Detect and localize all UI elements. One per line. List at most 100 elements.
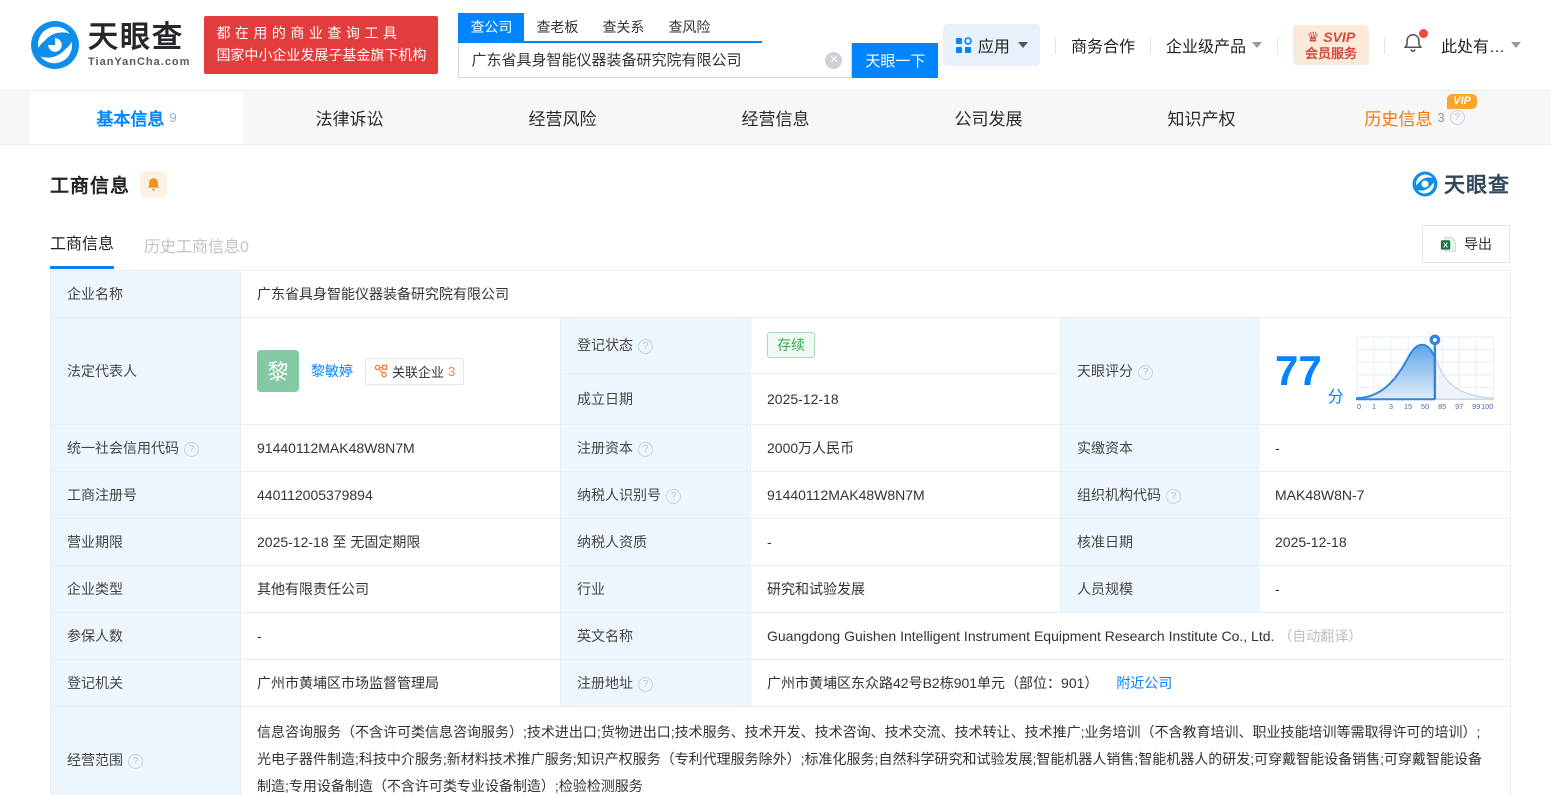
svg-text:50: 50	[1421, 402, 1429, 411]
promo-line2: 国家中小企业发展子基金旗下机构	[216, 47, 427, 63]
subtab-business-info[interactable]: 工商信息	[50, 230, 115, 269]
help-icon[interactable]: ?	[184, 442, 199, 457]
related-companies-badge[interactable]: 关联企业 3	[365, 357, 465, 385]
svg-text:0: 0	[1357, 402, 1361, 411]
search-tab-company[interactable]: 查公司	[458, 12, 525, 41]
notification-bell-button[interactable]	[1402, 28, 1428, 59]
tab-business-info[interactable]: 经营信息	[669, 91, 882, 144]
tab-intellectual-property[interactable]: 知识产权	[1095, 91, 1308, 144]
table-row: 法定代表人 黎 黎敏婷 关联企业 3 登记状态 ? 存续 天眼评分 ? 77 分…	[50, 317, 1511, 425]
svip-member-button[interactable]: ♛ SVIP 会员服务	[1292, 24, 1369, 66]
company-name-label: 企业名称	[50, 270, 241, 318]
tab-history-info[interactable]: 历史信息 3 ? VIP	[1308, 91, 1521, 144]
taxpayer-id-value: 91440112MAK48W8N7M	[750, 471, 1061, 519]
bell-icon	[147, 177, 160, 190]
score-distribution-chart: 0 1 3 15 50 85 97 99 100	[1355, 334, 1494, 411]
tyc-score-label: 天眼评分?	[1060, 317, 1259, 425]
svip-sublabel: 会员服务	[1304, 45, 1357, 61]
tianyancha-logo[interactable]: 天眼查 TianYanCha.com	[30, 20, 190, 70]
reg-capital-value: 2000万人民币	[750, 424, 1061, 472]
apps-menu-button[interactable]: 应用	[942, 24, 1040, 66]
tab-operation-risk[interactable]: 经营风险	[456, 91, 669, 144]
tianyancha-watermark: 天眼查	[1412, 169, 1510, 199]
help-icon[interactable]: ?	[128, 753, 143, 769]
auto-translate-note: （自动翻译）	[1278, 628, 1363, 644]
english-name-label: 英文名称	[560, 612, 751, 660]
tab-label: 历史信息	[1364, 110, 1433, 129]
table-row: 经营范围? 信息咨询服务（不含许可类信息咨询服务）;技术进出口;货物进出口;技术…	[50, 706, 1511, 795]
taxpayer-id-label: 纳税人识别号?	[560, 471, 751, 519]
reg-status-label: 登记状态?	[560, 317, 751, 374]
search-input[interactable]	[458, 42, 853, 78]
paid-capital-value: -	[1258, 424, 1511, 472]
subtab-history-business-info[interactable]: 历史工商信息0	[144, 233, 249, 269]
svg-text:85: 85	[1438, 402, 1446, 411]
help-icon[interactable]: ?	[666, 489, 681, 504]
notification-dot	[1418, 28, 1428, 38]
help-icon[interactable]: ?	[638, 442, 653, 457]
business-term-value: 2025-12-18 至 无固定期限	[240, 518, 561, 566]
divider	[1054, 36, 1056, 54]
search-tab-risk[interactable]: 查风险	[656, 13, 722, 41]
business-info-table: 企业名称 广东省具身智能仪器装备研究院有限公司 法定代表人 黎 黎敏婷 关联企业…	[50, 270, 1511, 795]
main-tabbar: 基本信息 9 法律诉讼 经营风险 经营信息 公司发展 知识产权 历史信息 3 ?…	[0, 91, 1551, 145]
logo-brand-text: 天眼查	[88, 20, 184, 54]
tab-company-development[interactable]: 公司发展	[882, 91, 1095, 144]
english-name-value: Guangdong Guishen Intelligent Instrument…	[750, 612, 1511, 660]
company-name-value: 广东省具身智能仪器装备研究院有限公司	[240, 270, 1511, 318]
search-tabs: 查公司 查老板 查关系 查风险	[458, 12, 763, 43]
network-icon	[374, 364, 388, 378]
header-nav: 应用 商务合作 企业级产品 ♛ SVIP 会员服务 此处有…	[942, 24, 1521, 66]
org-code-value: MAK48W8N-7	[1258, 471, 1511, 519]
help-icon[interactable]: ?	[1138, 365, 1153, 380]
svg-text:X: X	[1443, 240, 1449, 249]
business-scope-label: 经营范围?	[50, 706, 241, 795]
tab-label: 基本信息	[96, 110, 165, 129]
enterprise-products-link[interactable]: 企业级产品	[1166, 33, 1262, 57]
reg-number-value: 440112005379894	[240, 471, 561, 519]
table-row: 企业类型 其他有限责任公司 行业 研究和试验发展 人员规模 -	[50, 565, 1511, 613]
export-button[interactable]: X 导出	[1422, 225, 1510, 263]
nearby-companies-link[interactable]: 附近公司	[1116, 675, 1172, 691]
score-unit: 分	[1327, 389, 1344, 406]
business-cooperation-link[interactable]: 商务合作	[1071, 33, 1135, 57]
tab-basic-info[interactable]: 基本信息 9	[30, 91, 243, 144]
search-tab-boss[interactable]: 查老板	[524, 13, 590, 41]
table-row: 统一社会信用代码? 91440112MAK48W8N7M 注册资本? 2000万…	[50, 424, 1511, 472]
table-row: 工商注册号 440112005379894 纳税人识别号? 91440112MA…	[50, 471, 1511, 519]
search-area: 查公司 查老板 查关系 查风险 ✕ 天眼一下	[458, 12, 940, 78]
related-companies-count: 3	[448, 363, 456, 379]
help-icon[interactable]: ?	[638, 677, 653, 692]
clear-icon[interactable]: ✕	[825, 51, 843, 69]
staff-size-label: 人员规模	[1060, 565, 1259, 613]
user-menu-label: 此处有…	[1440, 39, 1505, 56]
monitor-bell-button[interactable]	[140, 170, 168, 198]
promo-banner: 都在用的商业查询工具 国家中小企业发展子基金旗下机构	[204, 16, 439, 74]
enterprise-products-label: 企业级产品	[1165, 39, 1246, 56]
taxpayer-quality-value: -	[750, 518, 1061, 566]
search-tab-relation[interactable]: 查关系	[590, 13, 656, 41]
org-code-label: 组织机构代码?	[1060, 471, 1259, 519]
user-menu[interactable]: 此处有…	[1441, 33, 1521, 57]
help-icon[interactable]: ?	[1449, 110, 1465, 125]
business-term-label: 营业期限	[50, 518, 241, 566]
score-value: 77	[1275, 347, 1322, 394]
legal-rep-label: 法定代表人	[50, 317, 241, 425]
svg-text:15: 15	[1404, 402, 1412, 411]
reg-capital-label: 注册资本?	[560, 424, 751, 472]
svip-label: SVIP	[1323, 28, 1356, 45]
search-button[interactable]: 天眼一下	[852, 42, 939, 78]
industry-label: 行业	[560, 565, 751, 613]
tyc-score-cell: 77 分 0 1 3 15 50 85 97 99 100	[1258, 317, 1511, 425]
divider	[1276, 36, 1278, 54]
vip-badge: VIP	[1447, 94, 1477, 109]
help-icon[interactable]: ?	[638, 339, 653, 355]
help-icon[interactable]: ?	[1166, 489, 1181, 504]
logo-domain-text: TianYanCha.com	[88, 55, 191, 68]
svg-text:1: 1	[1372, 402, 1376, 411]
tab-legal-proceedings[interactable]: 法律诉讼	[243, 91, 456, 144]
divider	[1383, 36, 1385, 54]
avatar[interactable]: 黎	[257, 350, 299, 392]
legal-rep-link[interactable]: 黎敏婷	[311, 361, 353, 381]
credit-code-label: 统一社会信用代码?	[50, 424, 241, 472]
